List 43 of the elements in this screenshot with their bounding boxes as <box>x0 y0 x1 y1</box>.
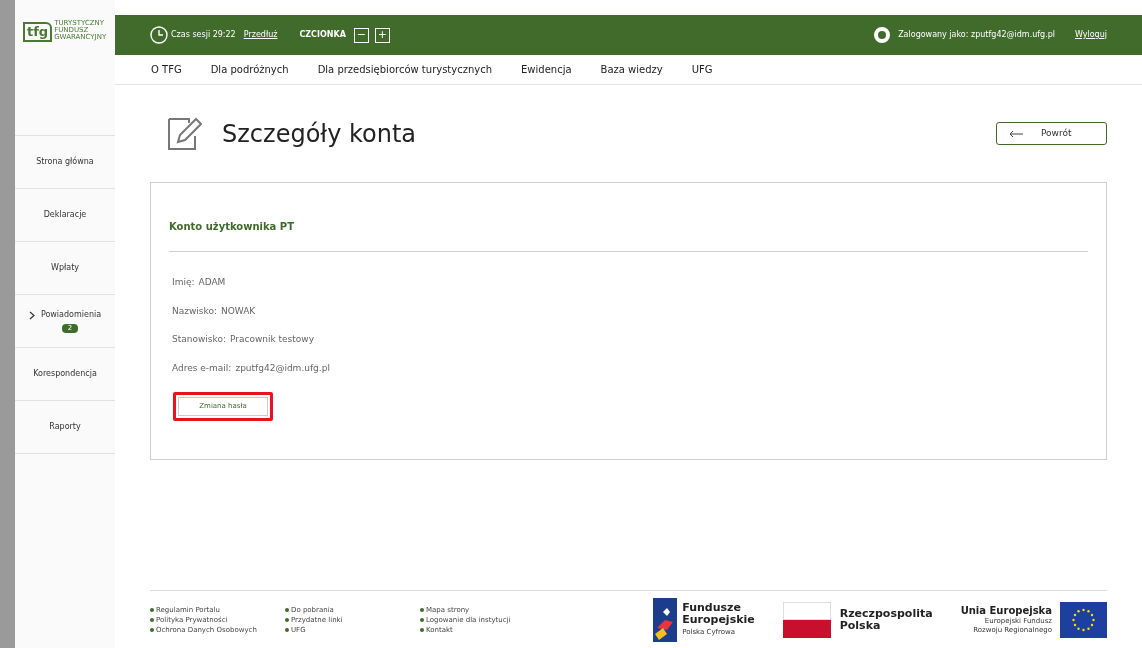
logout-link[interactable]: Wyloguj <box>1075 29 1107 41</box>
settings-icon[interactable] <box>873 26 892 44</box>
stars-flag-icon <box>1060 601 1107 638</box>
nav-link[interactable]: UFG <box>691 62 713 77</box>
back-button[interactable]: Powrót <box>996 122 1107 145</box>
field-label: Stanowisko: <box>172 333 226 346</box>
sidebar-item[interactable]: Wpłaty <box>15 242 115 295</box>
logo-mark[interactable]: tfg <box>23 22 53 42</box>
nav-link[interactable]: Ewidencja <box>521 62 572 77</box>
card-heading: Konto użytkownika PT <box>169 219 1088 252</box>
logged-in-user: Zalogowany jako: zputfg42@idm.ufg.pl <box>898 29 1055 41</box>
chevron-right-icon <box>28 310 35 320</box>
arrow-left-icon <box>1009 129 1023 138</box>
sidebar-item[interactable]: Strona główna <box>15 136 115 189</box>
edit-icon <box>166 115 202 152</box>
sidebar-item[interactable]: Deklaracje <box>15 189 115 242</box>
page-title: Szczegóły konta <box>222 118 416 150</box>
clock-icon <box>150 26 168 44</box>
flag-logo-icon <box>653 597 678 642</box>
nav-link[interactable]: Baza wiedzy <box>600 62 663 77</box>
field-value: zputfg42@idm.ufg.pl <box>235 361 330 375</box>
field-value: NOWAK <box>220 304 256 318</box>
field-value: Pracownik testowy <box>229 333 314 346</box>
nav-link[interactable]: O TFG <box>151 62 182 77</box>
sidebar-item[interactable]: Korespondencja <box>15 348 115 401</box>
increase-font-button[interactable]: + <box>374 27 390 43</box>
field-label: Adres e-mail: <box>172 361 232 375</box>
field-label: Imię: <box>172 276 195 289</box>
extend-link[interactable]: Przedłuż <box>243 29 278 41</box>
nav-link[interactable]: Dla podróżnych <box>210 62 289 77</box>
field-label: Nazwisko: <box>172 304 217 318</box>
logo-caption: Fundusze <box>682 601 742 614</box>
font-size-label: CZCIONKA <box>299 29 346 41</box>
flag-icon <box>782 601 831 638</box>
field-value: ADAM <box>198 276 226 289</box>
session-timer: Czas sesji 29:22 <box>171 29 236 41</box>
logo-caption: Unia Europejska <box>960 604 1052 617</box>
logo-caption: Polska <box>839 619 881 632</box>
sidebar-item[interactable]: Raporty <box>15 401 115 454</box>
logo-caption: Rzeczpospolita <box>839 607 933 620</box>
nav-link[interactable]: Dla przedsiębiorców turystycznych <box>317 62 493 77</box>
decrease-font-button[interactable]: − <box>353 27 369 43</box>
logo-caption: Europejskie <box>682 613 755 626</box>
